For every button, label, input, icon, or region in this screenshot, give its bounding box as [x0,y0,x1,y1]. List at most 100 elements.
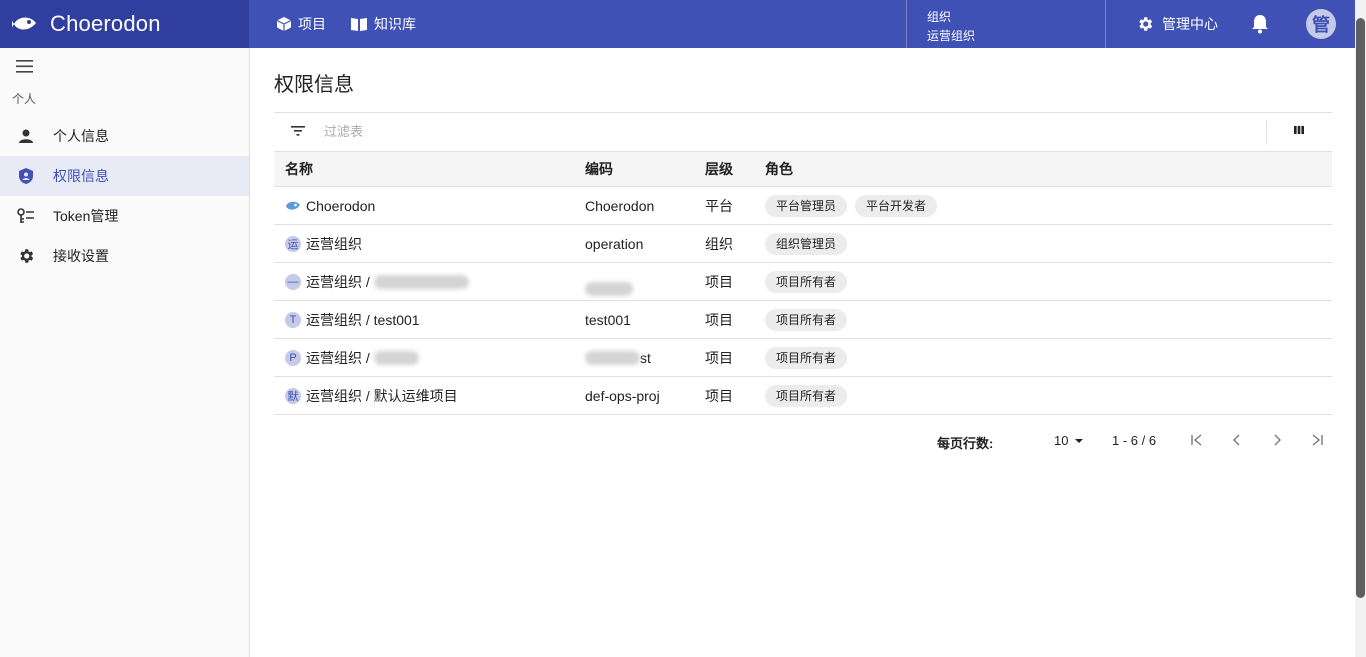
row-code: def-ops-proj [585,387,660,404]
table-header: 名称 编码 层级 角色 [274,152,1332,187]
cell-code: test001 [585,301,631,338]
cell-roles: 平台管理员 平台开发者 [765,187,945,224]
cell-roles: 项目所有者 [765,301,855,338]
row-code: st [640,349,651,366]
row-name: Choerodon [306,197,376,214]
table-row[interactable]: 运运营组织 operation 组织 组织管理员 [274,225,1332,263]
cell-code: def-ops-proj [585,377,660,414]
cell-roles: 项目所有者 [765,263,855,300]
admin-center-label: 管理中心 [1162,16,1218,32]
sidebar-item-permissions[interactable]: 权限信息 [0,156,249,196]
col-header-level[interactable]: 层级 [705,152,733,186]
top-header: Choerodon 项目 知识库 组织 运营组织 管理中心 管 [0,0,1355,48]
role-tag: 项目所有者 [765,308,848,331]
caret-down-icon [1075,438,1084,443]
permissions-table: 名称 编码 层级 角色 Choerodon Choerodon 平台 平台管理员 平台开… [274,152,1332,415]
role-tag: 项目所有者 [765,270,848,293]
row-name: 运营组织 / [306,349,374,366]
row-name: 运营组织 / [306,273,374,290]
cell-name: 默运营组织 / 默认运维项目 [285,377,458,414]
table-row[interactable]: 默运营组织 / 默认运维项目 def-ops-proj 项目 项目所有者 [274,377,1332,415]
last-page-icon[interactable] [1310,432,1324,448]
bell-icon[interactable] [1251,14,1269,34]
nav-knowledge-label: 知识库 [374,16,416,32]
gear-icon [1139,17,1153,31]
next-page-icon[interactable] [1270,432,1284,448]
nav-projects-label: 项目 [298,16,326,32]
nav-projects[interactable]: 项目 [276,14,326,34]
table-row[interactable]: — 运营组织 / 项目 项目所有者 [274,263,1332,301]
role-tag: 项目所有者 [765,384,848,407]
sidebar-item-label: 接收设置 [53,248,109,264]
table-row[interactable]: T 运营组织 / test001 test001 项目 项目所有者 [274,301,1332,339]
row-code: Choerodon [585,197,655,214]
cell-level: 项目 [705,273,733,290]
col-header-role[interactable]: 角色 [765,152,793,186]
page-size-value: 10 [1054,433,1069,448]
table-row[interactable]: P 运营组织 / st 项目 项目所有者 [274,339,1332,377]
book-icon [351,18,367,31]
sidebar: 个人 个人信息 权限信息 Token管理 接收设置 [0,48,250,657]
cell-level: 项目 [705,349,733,366]
org-switcher[interactable]: 组织 运营组织 [906,0,1106,48]
menu-toggle-icon[interactable] [16,60,33,73]
shield-icon [16,166,36,186]
row-name: 运营组织 / test001 [306,311,420,328]
prev-page-icon[interactable] [1230,432,1244,448]
columns-icon[interactable] [1294,126,1304,134]
redacted-text [585,350,640,365]
cell-name: 运运营组织 [285,225,362,262]
fish-icon [285,198,301,214]
choerodon-fish-icon [12,17,36,30]
cell-code: operation [585,225,643,262]
page-size-select[interactable]: 10 [1054,433,1086,448]
page-title: 权限信息 [274,74,354,96]
cell-roles: 组织管理员 [765,225,855,262]
person-icon [16,126,36,146]
filter-input[interactable] [324,124,1224,139]
row-code: test001 [585,311,631,328]
key-icon [16,206,36,226]
cell-code: Choerodon [585,187,654,224]
cube-icon [276,17,292,31]
sidebar-item-label: Token管理 [53,208,119,224]
app-name: Choerodon [50,11,161,36]
sidebar-item-notify-settings[interactable]: 接收设置 [0,236,249,276]
col-header-code[interactable]: 编码 [585,152,613,186]
cell-name: T 运营组织 / test001 [285,301,420,338]
cell-roles: 项目所有者 [765,377,855,414]
first-page-icon[interactable] [1190,432,1204,448]
cell-roles: 项目所有者 [765,339,855,376]
table-row[interactable]: Choerodon Choerodon 平台 平台管理员 平台开发者 [274,187,1332,225]
cell-name: — 运营组织 / [285,263,469,300]
sidebar-menu: 个人信息 权限信息 Token管理 接收设置 [0,116,249,276]
role-tag: 组织管理员 [765,232,848,255]
page-scrollbar-thumb[interactable] [1356,18,1365,598]
page-range: 1 - 6 / 6 [1112,433,1157,448]
filter-icon[interactable] [291,125,305,137]
sidebar-group-title: 个人 [12,92,37,106]
row-name: 运营组织 / 默认运维项目 [306,387,458,404]
admin-center-button[interactable]: 管理中心 [1136,0,1218,48]
col-header-name[interactable]: 名称 [285,152,313,186]
user-avatar[interactable]: 管 [1306,9,1336,39]
cell-level: 项目 [705,387,733,404]
org-name: 运营组织 [927,29,976,43]
cell-code: st [585,339,651,376]
rows-per-page-label: 每页行数: [937,436,994,451]
sidebar-item-label: 权限信息 [53,168,109,184]
row-code: operation [585,235,644,252]
pagination: 每页行数: 10 1 - 6 / 6 [274,430,1332,454]
cell-level: 项目 [705,311,733,328]
nav-knowledge[interactable]: 知识库 [350,14,416,34]
app-logo[interactable]: Choerodon [0,0,249,48]
row-name: 运营组织 [306,235,362,252]
sidebar-item-token[interactable]: Token管理 [0,196,249,236]
redacted-text [373,274,469,289]
sidebar-item-label: 个人信息 [53,128,109,144]
project-letter-icon: T [285,311,301,328]
filter-bar [274,112,1332,152]
project-letter-icon: 默 [285,387,301,404]
sidebar-item-profile[interactable]: 个人信息 [0,116,249,156]
table-body: Choerodon Choerodon 平台 平台管理员 平台开发者运运营组织 opera… [274,187,1332,415]
